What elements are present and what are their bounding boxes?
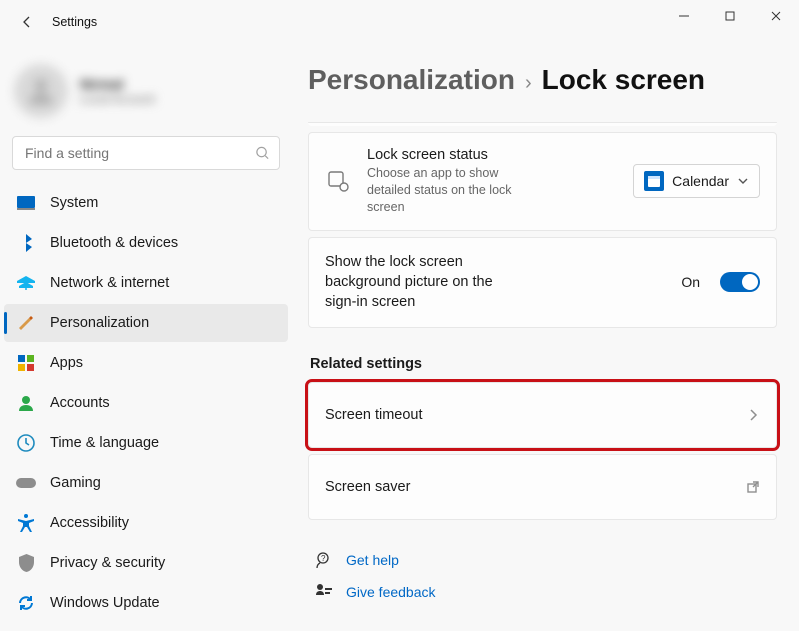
related-head: Related settings (310, 356, 777, 372)
close-icon (771, 11, 781, 21)
minimize-button[interactable] (661, 0, 707, 32)
privacy-icon (16, 553, 36, 573)
breadcrumb-current: Lock screen (542, 64, 705, 96)
accessibility-icon (16, 513, 36, 533)
lock-status-card: Lock screen status Choose an app to show… (308, 132, 777, 231)
help-label: Get help (346, 552, 399, 568)
user-block[interactable]: Nirmal Local Account (4, 54, 288, 136)
help-icon: ? (314, 550, 334, 570)
nav-item-system[interactable]: System (4, 184, 288, 222)
screen-saver-link[interactable]: Screen saver (308, 454, 777, 520)
nav-label: Network & internet (50, 275, 169, 291)
link-title: Screen saver (325, 479, 746, 495)
avatar (14, 64, 68, 118)
card-title: Show the lock screen background picture … (325, 252, 505, 313)
nav-item-privacy[interactable]: Privacy & security (4, 544, 288, 582)
help-links: ? Get help Give feedback (308, 544, 777, 608)
lock-status-icon (325, 168, 351, 194)
svg-text:?: ? (321, 554, 326, 563)
user-sub: Local Account (80, 92, 155, 106)
external-link-icon (746, 480, 760, 494)
nav-item-network[interactable]: Network & internet (4, 264, 288, 302)
close-button[interactable] (753, 0, 799, 32)
sidebar: Nirmal Local Account System Bluetooth & … (0, 44, 300, 631)
chevron-down-icon (737, 175, 749, 187)
link-title: Screen timeout (325, 407, 746, 423)
network-icon (16, 273, 36, 293)
signin-bg-toggle[interactable] (720, 272, 760, 292)
breadcrumb: Personalization › Lock screen (308, 64, 777, 96)
nav-item-time[interactable]: Time & language (4, 424, 288, 462)
breadcrumb-sep: › (525, 72, 532, 95)
user-name: Nirmal (80, 76, 155, 92)
nav-item-personalization[interactable]: Personalization (4, 304, 288, 342)
breadcrumb-parent[interactable]: Personalization (308, 64, 515, 96)
nav-label: Bluetooth & devices (50, 235, 178, 251)
nav-label: Privacy & security (50, 555, 165, 571)
nav-label: Accessibility (50, 515, 129, 531)
apps-icon (16, 353, 36, 373)
get-help-link[interactable]: ? Get help (308, 544, 777, 576)
gaming-icon (16, 473, 36, 493)
personalization-icon (16, 313, 36, 333)
feedback-icon (314, 582, 334, 602)
maximize-button[interactable] (707, 0, 753, 32)
time-icon (16, 433, 36, 453)
screen-timeout-link[interactable]: Screen timeout (308, 382, 777, 448)
status-app-select[interactable]: Calendar (633, 164, 760, 198)
nav-label: Personalization (50, 315, 149, 331)
title-bar: Settings (0, 0, 799, 44)
nav-item-accounts[interactable]: Accounts (4, 384, 288, 422)
signin-bg-card: Show the lock screen background picture … (308, 237, 777, 328)
nav-item-update[interactable]: Windows Update (4, 584, 288, 622)
person-icon (24, 74, 58, 108)
feedback-link[interactable]: Give feedback (308, 576, 777, 608)
toggle-state: On (681, 274, 700, 290)
nav-item-bluetooth[interactable]: Bluetooth & devices (4, 224, 288, 262)
nav-label: Apps (50, 355, 83, 371)
nav-label: Gaming (50, 475, 101, 491)
select-value: Calendar (672, 173, 729, 189)
calendar-icon (644, 171, 664, 191)
bluetooth-icon (16, 233, 36, 253)
feedback-label: Give feedback (346, 584, 436, 600)
accounts-icon (16, 393, 36, 413)
main-panel: Personalization › Lock screen Lock scree… (300, 44, 799, 631)
window-title: Settings (52, 15, 97, 29)
arrow-left-icon (19, 14, 35, 30)
chevron-right-icon (746, 408, 760, 422)
nav-item-gaming[interactable]: Gaming (4, 464, 288, 502)
nav-label: Accounts (50, 395, 110, 411)
update-icon (16, 593, 36, 613)
minimize-icon (679, 11, 689, 21)
back-button[interactable] (12, 7, 42, 37)
nav-list: System Bluetooth & devices Network & int… (4, 184, 288, 622)
search-input[interactable] (12, 136, 280, 170)
search-wrap (12, 136, 280, 170)
search-icon (255, 146, 270, 161)
maximize-icon (725, 11, 735, 21)
window-controls (661, 0, 799, 32)
system-icon (16, 193, 36, 213)
nav-label: System (50, 195, 98, 211)
card-sub: Choose an app to show detailed status on… (367, 165, 537, 216)
nav-item-accessibility[interactable]: Accessibility (4, 504, 288, 542)
card-title: Lock screen status (367, 147, 617, 163)
nav-label: Time & language (50, 435, 159, 451)
nav-label: Windows Update (50, 595, 160, 611)
nav-item-apps[interactable]: Apps (4, 344, 288, 382)
